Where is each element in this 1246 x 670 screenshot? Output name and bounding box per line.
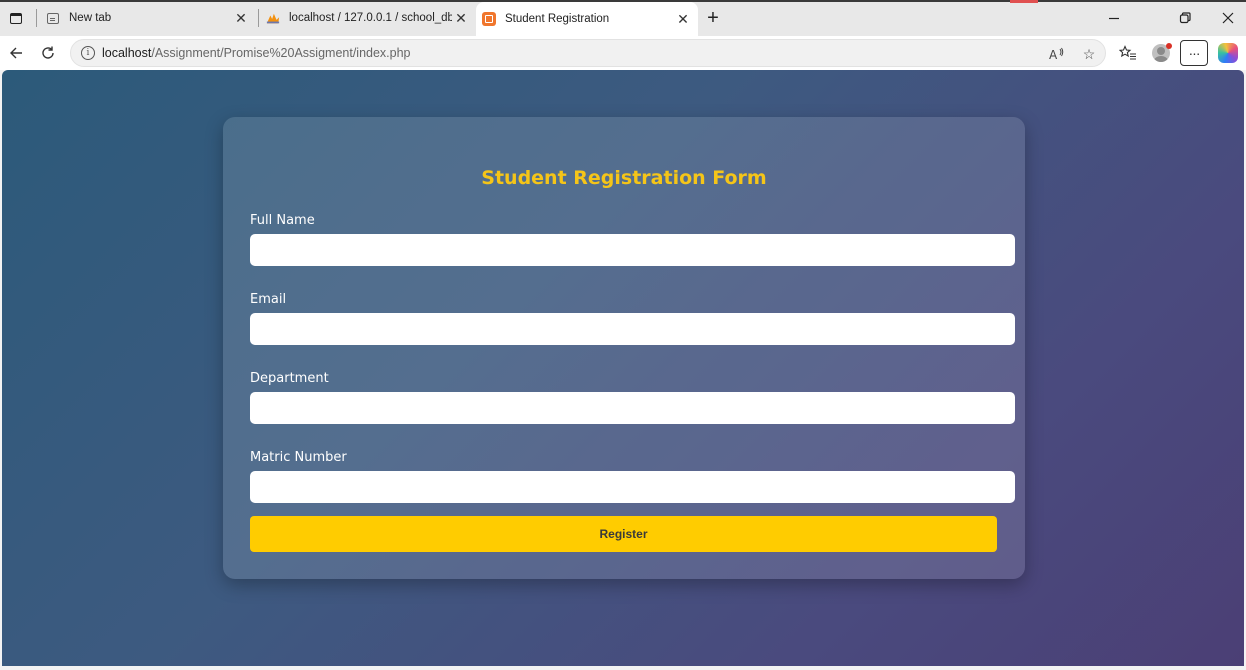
tab-phpmyadmin[interactable]: localhost / 127.0.0.1 / school_db / ✕ — [262, 4, 476, 32]
site-info-icon[interactable]: i — [81, 46, 95, 60]
favorites-list-icon[interactable] — [1116, 41, 1140, 65]
refresh-icon[interactable] — [36, 41, 60, 65]
new-tab-page-icon — [46, 11, 60, 25]
department-label: Department — [250, 371, 329, 386]
tab-student-registration[interactable]: Student Registration ✕ — [476, 2, 698, 36]
full-name-input[interactable] — [250, 234, 1015, 266]
address-bar[interactable]: i localhost/Assignment/Promise%20Assigme… — [70, 39, 1106, 67]
tab-title: Student Registration — [505, 13, 610, 25]
profile-avatar[interactable] — [1149, 41, 1173, 65]
favorite-star-icon[interactable]: ☆ — [1079, 44, 1099, 64]
new-tab-plus-icon[interactable]: + — [703, 7, 723, 29]
tab-separator — [258, 9, 259, 27]
tab-title: localhost / 127.0.0.1 / school_db / — [289, 12, 452, 24]
minimize-icon[interactable] — [1103, 8, 1125, 28]
tab-separator — [36, 9, 37, 27]
svg-text:A: A — [1049, 48, 1058, 61]
form-title: Student Registration Form — [481, 167, 767, 189]
tab-strip: New tab ✕ localhost / 127.0.0.1 / school… — [0, 0, 1246, 36]
matric-number-input[interactable] — [250, 471, 1015, 503]
window-top-accent — [1010, 0, 1038, 3]
registration-form-card: Student Registration Form Full Name Emai… — [223, 117, 1025, 579]
copilot-icon[interactable] — [1216, 41, 1240, 65]
full-name-label: Full Name — [250, 213, 315, 228]
matric-number-label: Matric Number — [250, 450, 347, 465]
window-bottom-edge — [0, 666, 1246, 670]
department-input[interactable] — [250, 392, 1015, 424]
tab-close-icon[interactable]: ✕ — [674, 10, 692, 28]
tab-close-icon[interactable]: ✕ — [232, 9, 250, 27]
phpmyadmin-icon — [266, 11, 280, 25]
email-label: Email — [250, 292, 287, 307]
browser-toolbar: i localhost/Assignment/Promise%20Assigme… — [0, 36, 1246, 70]
address-url: localhost/Assignment/Promise%20Assigment… — [102, 46, 411, 60]
close-window-icon[interactable] — [1217, 8, 1239, 28]
tab-title: New tab — [69, 12, 112, 24]
tab-new-tab[interactable]: New tab ✕ — [40, 4, 256, 32]
notification-dot — [1166, 43, 1172, 49]
more-options-icon[interactable]: ··· — [1180, 40, 1208, 66]
register-button[interactable]: Register — [250, 516, 997, 552]
read-aloud-icon[interactable]: A — [1047, 44, 1067, 64]
email-input[interactable] — [250, 313, 1015, 345]
restore-icon[interactable] — [1174, 8, 1196, 28]
tab-actions-menu-icon[interactable] — [6, 9, 26, 27]
tab-close-icon[interactable]: ✕ — [452, 9, 470, 27]
xampp-icon — [482, 12, 496, 26]
back-arrow-icon[interactable] — [4, 41, 28, 65]
page-viewport: Student Registration Form Full Name Emai… — [2, 70, 1244, 666]
